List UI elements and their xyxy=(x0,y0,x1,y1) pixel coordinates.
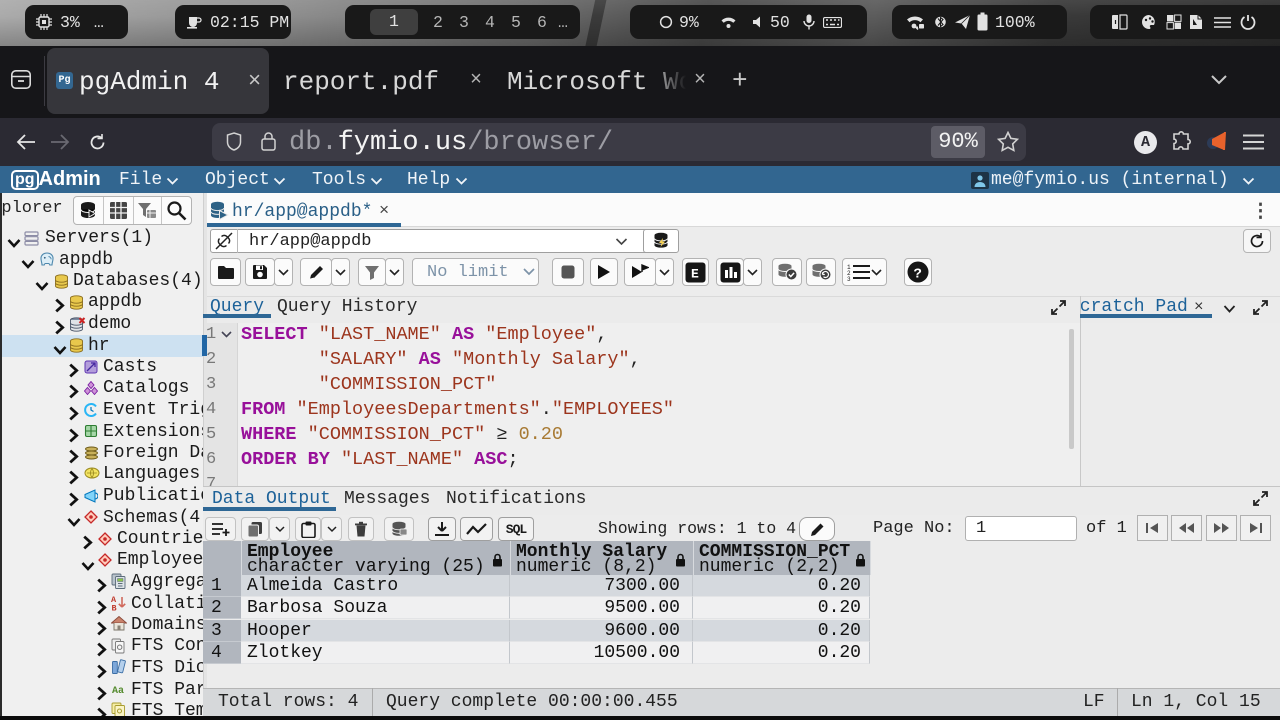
svg-text:B: B xyxy=(112,604,117,612)
svg-text:?: ? xyxy=(914,267,922,283)
svg-text:Aa: Aa xyxy=(112,686,124,696)
svg-text:3: 3 xyxy=(847,276,851,281)
svg-text:E: E xyxy=(691,266,699,281)
